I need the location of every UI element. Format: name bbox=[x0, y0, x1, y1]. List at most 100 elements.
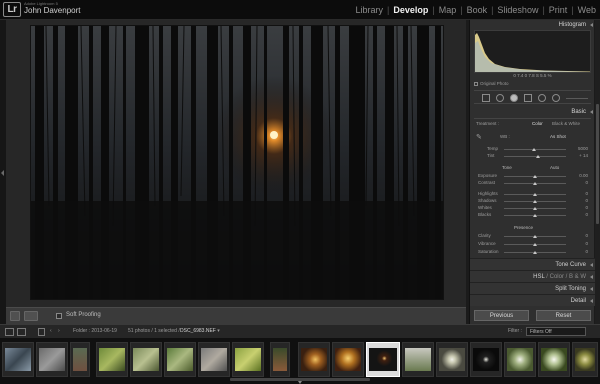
clarity-value[interactable]: 0 bbox=[574, 233, 588, 238]
tint-value[interactable]: + 14 bbox=[574, 153, 588, 158]
clarity-slider-knob[interactable] bbox=[533, 235, 537, 238]
selected-filename[interactable]: DSC_6983.NEF ▾ bbox=[180, 328, 220, 334]
filmstrip-thumbnail[interactable] bbox=[436, 342, 468, 377]
reset-button[interactable]: Reset bbox=[536, 310, 591, 321]
exposure-slider-knob[interactable] bbox=[533, 175, 537, 178]
module-develop[interactable]: Develop bbox=[389, 5, 432, 15]
tint-slider-knob[interactable] bbox=[536, 155, 540, 158]
shadows-value[interactable]: 0 bbox=[574, 198, 588, 203]
treatment-color-option[interactable]: Color bbox=[532, 121, 543, 126]
thumbnail-image bbox=[439, 348, 465, 371]
whites-slider-knob[interactable] bbox=[533, 207, 537, 210]
second-window-icon[interactable] bbox=[17, 328, 26, 336]
filmstrip-thumbnail[interactable] bbox=[2, 342, 34, 377]
crop-tool-icon[interactable] bbox=[482, 94, 490, 102]
filmstrip-thumbnail[interactable] bbox=[572, 342, 598, 377]
back-arrow-icon[interactable]: ‹ bbox=[50, 328, 52, 334]
forest-photo[interactable] bbox=[30, 25, 444, 300]
exposure-value[interactable]: 0.00 bbox=[574, 173, 588, 178]
temp-slider-knob[interactable] bbox=[532, 148, 536, 151]
treatment-label: Treatment : bbox=[476, 121, 499, 126]
contrast-value[interactable]: 0 bbox=[574, 180, 588, 185]
temp-value[interactable]: 5000 bbox=[574, 146, 588, 151]
filmstrip-thumbnail[interactable] bbox=[538, 342, 570, 377]
filmstrip-thumbnail[interactable] bbox=[198, 342, 230, 377]
previous-button[interactable]: Previous bbox=[474, 310, 529, 321]
forward-arrow-icon[interactable]: › bbox=[58, 328, 60, 334]
module-map[interactable]: Map bbox=[435, 5, 461, 15]
shadows-label: Shadows bbox=[478, 198, 497, 203]
before-after-button[interactable] bbox=[24, 311, 38, 321]
module-web[interactable]: Web bbox=[574, 5, 600, 15]
vibrance-value[interactable]: 0 bbox=[574, 241, 588, 246]
saturation-slider-knob[interactable] bbox=[533, 251, 537, 254]
tone-curve-header[interactable]: Tone Curve bbox=[470, 258, 595, 270]
spot-removal-icon[interactable] bbox=[496, 94, 504, 102]
module-library[interactable]: Library bbox=[351, 5, 387, 15]
loupe-view-button[interactable] bbox=[10, 311, 20, 321]
filmstrip-thumbnail[interactable] bbox=[164, 342, 196, 377]
highlights-slider-knob[interactable] bbox=[533, 193, 537, 196]
filter-label: Filter : bbox=[508, 328, 522, 334]
grid-icon[interactable] bbox=[38, 328, 45, 336]
detail-header[interactable]: Detail bbox=[470, 294, 595, 306]
split-toning-header[interactable]: Split Toning bbox=[470, 282, 595, 294]
highlights-value[interactable]: 0 bbox=[574, 191, 588, 196]
filmstrip-thumbnail[interactable] bbox=[270, 342, 290, 377]
original-photo-checkbox[interactable] bbox=[474, 81, 478, 86]
module-print[interactable]: Print bbox=[545, 5, 572, 15]
filmstrip-thumbnail[interactable] bbox=[232, 342, 264, 377]
red-eye-icon[interactable] bbox=[510, 94, 518, 102]
tint-slider[interactable] bbox=[504, 156, 566, 157]
module-book[interactable]: Book bbox=[463, 5, 492, 15]
filmstrip-thumbnail[interactable] bbox=[36, 342, 68, 377]
module-picker: Library | Develop | Map | Book | Slidesh… bbox=[351, 3, 600, 17]
vibrance-slider-knob[interactable] bbox=[533, 243, 537, 246]
treatment-bw-option[interactable]: Black & White bbox=[552, 121, 580, 126]
tool-slider[interactable] bbox=[566, 98, 588, 99]
original-photo-toggle[interactable]: Original Photo bbox=[474, 81, 509, 86]
clarity-label: Clarity bbox=[478, 233, 491, 238]
filmstrip-thumbnail-selected[interactable] bbox=[366, 342, 400, 377]
filmstrip-thumbnail[interactable] bbox=[130, 342, 162, 377]
blacks-slider-knob[interactable] bbox=[533, 214, 537, 217]
eyedropper-icon[interactable]: ✎ bbox=[476, 133, 482, 141]
contrast-slider-knob[interactable] bbox=[533, 182, 537, 185]
thumbnail-image bbox=[133, 348, 159, 371]
module-slideshow[interactable]: Slideshow bbox=[493, 5, 542, 15]
filmstrip-thumbnail[interactable] bbox=[332, 342, 364, 377]
basic-header[interactable]: Basic bbox=[470, 107, 595, 118]
filter-dropdown[interactable]: Filters Off bbox=[526, 327, 586, 336]
right-panel-scrollbar[interactable] bbox=[595, 20, 600, 324]
photo-count: 51 photos / 1 selected / bbox=[128, 328, 180, 334]
thumbnail-image bbox=[73, 348, 87, 371]
thumbnail-image bbox=[369, 348, 397, 371]
main-window-icon[interactable] bbox=[5, 328, 14, 336]
detail-title: Detail bbox=[570, 298, 586, 304]
hsl-header[interactable]: HSL / Color / B & W bbox=[470, 270, 595, 282]
scrollbar-thumb[interactable] bbox=[596, 104, 599, 224]
highlights-label: Highlights bbox=[478, 191, 498, 196]
auto-tone-button[interactable]: Auto bbox=[550, 165, 559, 170]
filmstrip-thumbnail[interactable] bbox=[96, 342, 128, 377]
adjustment-brush-icon[interactable] bbox=[552, 94, 560, 102]
filmstrip-thumbnail[interactable] bbox=[470, 342, 502, 377]
filmstrip-thumbnail[interactable] bbox=[298, 342, 330, 377]
graduated-filter-icon[interactable] bbox=[524, 94, 532, 102]
soft-proofing-checkbox[interactable] bbox=[56, 313, 62, 319]
filmstrip-thumbnail[interactable] bbox=[504, 342, 536, 377]
tint-label: Tint bbox=[487, 153, 495, 158]
filmstrip-thumbnail[interactable] bbox=[70, 342, 90, 377]
thumbnail-image bbox=[273, 348, 287, 371]
wb-value[interactable]: As Shot bbox=[550, 134, 566, 139]
folder-source[interactable]: Folder : 2013-06-19 bbox=[73, 328, 117, 334]
whites-value[interactable]: 0 bbox=[574, 205, 588, 210]
blacks-value[interactable]: 0 bbox=[574, 212, 588, 217]
filmstrip-thumbnail[interactable] bbox=[402, 342, 434, 377]
shadows-slider-knob[interactable] bbox=[533, 200, 537, 203]
saturation-value[interactable]: 0 bbox=[574, 249, 588, 254]
thumbnail-image bbox=[39, 348, 65, 371]
radial-filter-icon[interactable] bbox=[538, 94, 546, 102]
top-bar: Lr Adobe Lightroom 5 John Davenport Libr… bbox=[0, 0, 600, 20]
saturation-label: Saturation bbox=[478, 249, 499, 254]
